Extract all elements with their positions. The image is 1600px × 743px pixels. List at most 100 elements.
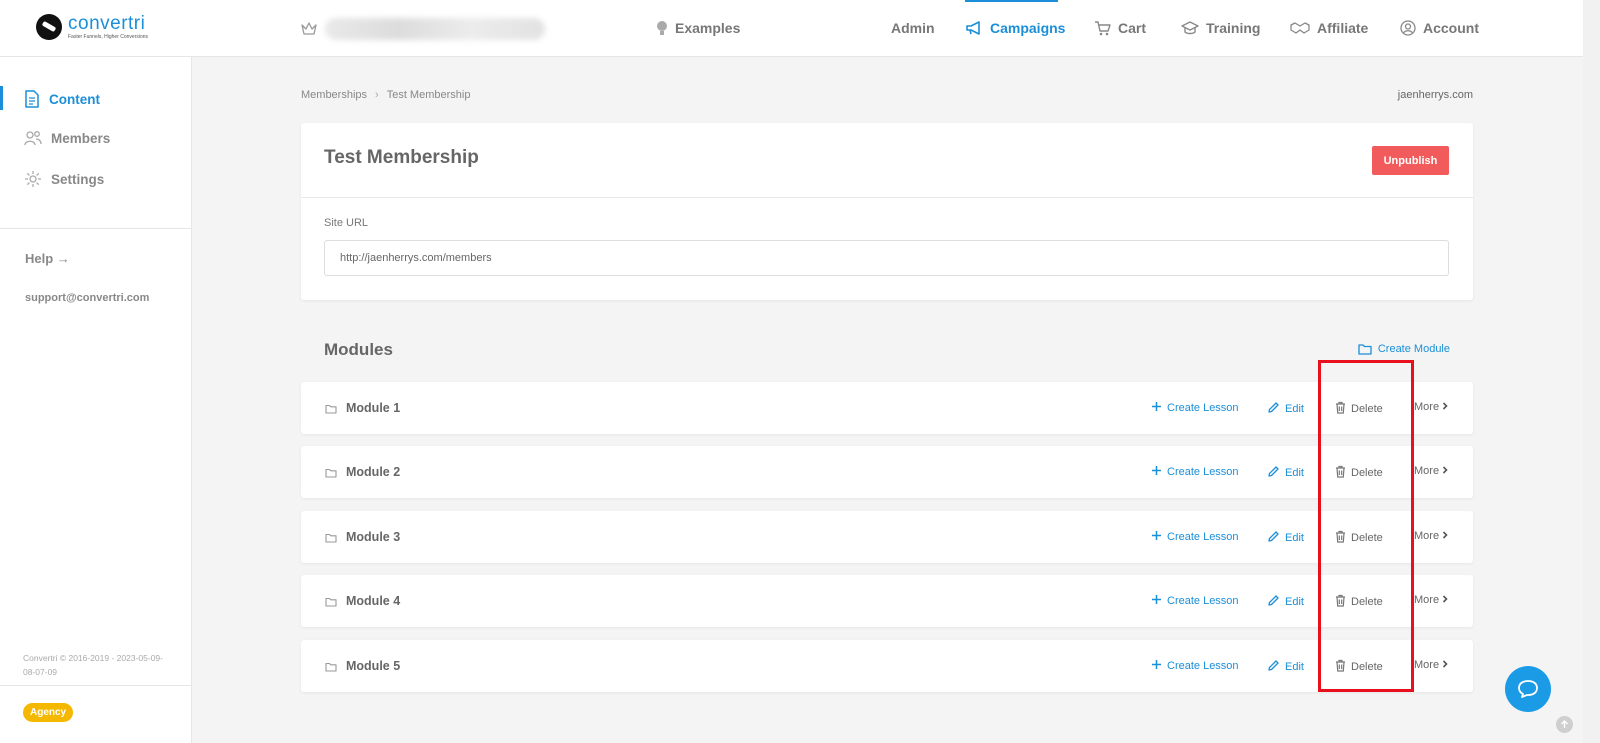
user-circle-icon xyxy=(1400,20,1416,36)
create-module-label: Create Module xyxy=(1377,343,1450,355)
site-url-input[interactable] xyxy=(324,240,1449,276)
edit-button[interactable]: Edit xyxy=(1267,594,1304,610)
nav-training-label: Training xyxy=(1206,20,1261,36)
create-lesson-label: Create Lesson xyxy=(1167,466,1239,478)
nav-account[interactable]: Account xyxy=(1400,20,1479,36)
sidebar: Content Members Settings Help → support@… xyxy=(0,57,192,743)
module-row[interactable]: Module 4 Create Lesson Edit Delete More xyxy=(301,575,1473,627)
edit-label: Edit xyxy=(1285,467,1304,479)
nav-training[interactable]: Training xyxy=(1181,20,1260,36)
create-lesson-button[interactable]: Create Lesson xyxy=(1151,401,1239,415)
gear-icon xyxy=(25,171,41,187)
create-lesson-button[interactable]: Create Lesson xyxy=(1151,530,1239,544)
create-lesson-button[interactable]: Create Lesson xyxy=(1151,594,1239,608)
more-button[interactable]: More xyxy=(1414,659,1453,671)
pencil-icon xyxy=(1267,530,1285,546)
module-row[interactable]: Module 2 Create Lesson Edit Delete More xyxy=(301,446,1473,498)
copyright-text: Convertri © 2016-2019 - 2023-05-09-08-07… xyxy=(23,653,163,677)
nav-examples-label: Examples xyxy=(675,20,741,36)
breadcrumb: Memberships › Test Membership xyxy=(301,89,470,101)
more-button[interactable]: More xyxy=(1414,465,1453,477)
page-scrollbar[interactable] xyxy=(1583,0,1600,743)
chevron-right-icon xyxy=(1442,530,1453,542)
edit-button[interactable]: Edit xyxy=(1267,465,1304,481)
more-button[interactable]: More xyxy=(1414,530,1453,542)
plus-icon xyxy=(1151,530,1167,544)
megaphone-icon xyxy=(966,21,980,35)
support-email-link[interactable]: support@convertri.com xyxy=(25,292,149,304)
more-label: More xyxy=(1414,659,1440,671)
graduation-cap-icon xyxy=(1181,21,1199,35)
scroll-to-top-button[interactable] xyxy=(1556,716,1573,733)
create-lesson-button[interactable]: Create Lesson xyxy=(1151,659,1239,673)
chat-bubble-icon xyxy=(1518,680,1538,698)
more-button[interactable]: More xyxy=(1414,401,1453,413)
sidebar-item-content[interactable]: Content xyxy=(24,90,100,108)
sidebar-item-settings[interactable]: Settings xyxy=(24,170,104,188)
nav-affiliate[interactable]: Affiliate xyxy=(1290,20,1368,36)
create-module-button[interactable]: Create Module xyxy=(1358,343,1450,355)
module-row[interactable]: Module 1 Create Lesson Edit Delete More xyxy=(301,382,1473,434)
module-row[interactable]: Module 5 Create Lesson Edit Delete More xyxy=(301,640,1473,692)
cart-icon xyxy=(1095,21,1111,36)
chat-support-button[interactable] xyxy=(1505,666,1551,712)
more-label: More xyxy=(1414,465,1440,477)
folder-icon xyxy=(1358,344,1372,355)
membership-title: Test Membership xyxy=(324,147,479,168)
plus-icon xyxy=(1151,401,1167,415)
unpublish-button[interactable]: Unpublish xyxy=(1372,146,1449,175)
module-name[interactable]: Module 1 xyxy=(346,401,400,415)
breadcrumb-memberships[interactable]: Memberships xyxy=(301,89,367,101)
breadcrumb-current: Test Membership xyxy=(386,89,471,101)
blurred-account-name xyxy=(325,18,545,40)
nav-affiliate-label: Affiliate xyxy=(1317,20,1369,36)
more-button[interactable]: More xyxy=(1414,594,1453,606)
module-name[interactable]: Module 5 xyxy=(346,659,400,673)
top-navbar: convertri Faster Funnels, Higher Convers… xyxy=(0,0,1583,57)
edit-button[interactable]: Edit xyxy=(1267,401,1304,417)
logo-mark-icon xyxy=(36,14,62,40)
site-url-label: Site URL xyxy=(324,217,369,229)
agency-badge: Agency xyxy=(23,703,74,722)
delete-column-highlight xyxy=(1318,360,1414,692)
logo-tagline: Faster Funnels, Higher Conversions xyxy=(68,34,149,40)
sidebar-item-members[interactable]: Members xyxy=(24,130,110,146)
nav-examples[interactable]: Examples xyxy=(656,20,740,36)
sidebar-item-members-label: Members xyxy=(51,130,111,146)
edit-button[interactable]: Edit xyxy=(1267,659,1304,675)
chevron-right-icon xyxy=(1442,401,1453,413)
folder-icon xyxy=(325,659,337,677)
module-name[interactable]: Module 3 xyxy=(346,530,400,544)
members-icon xyxy=(24,131,42,146)
module-name[interactable]: Module 4 xyxy=(346,594,400,608)
edit-label: Edit xyxy=(1285,596,1304,608)
folder-icon xyxy=(325,401,337,419)
module-row[interactable]: Module 3 Create Lesson Edit Delete More xyxy=(301,511,1473,563)
convertri-logo[interactable]: convertri Faster Funnels, Higher Convers… xyxy=(36,14,148,40)
create-lesson-label: Create Lesson xyxy=(1167,595,1239,607)
nav-campaigns[interactable]: Campaigns xyxy=(965,20,1065,36)
more-label: More xyxy=(1414,401,1440,413)
more-label: More xyxy=(1414,530,1440,542)
sidebar-item-settings-label: Settings xyxy=(51,171,105,187)
module-name[interactable]: Module 2 xyxy=(346,465,400,479)
edit-label: Edit xyxy=(1285,403,1304,415)
sidebar-footer-divider xyxy=(0,685,192,686)
edit-label: Edit xyxy=(1285,532,1304,544)
edit-button[interactable]: Edit xyxy=(1267,530,1304,546)
chevron-right-icon xyxy=(1442,659,1453,671)
nav-cart[interactable]: Cart xyxy=(1094,20,1146,36)
nav-admin[interactable]: Admin xyxy=(891,20,935,36)
document-icon xyxy=(25,90,39,108)
help-link[interactable]: Help → xyxy=(25,251,70,266)
more-label: More xyxy=(1414,594,1440,606)
nav-active-indicator xyxy=(965,0,1058,2)
sidebar-divider xyxy=(0,228,192,229)
logo-wordmark: convertri xyxy=(68,13,146,34)
pencil-icon xyxy=(1267,594,1285,610)
folder-icon xyxy=(325,594,337,612)
domain-label[interactable]: jaenherrys.com xyxy=(1398,89,1473,101)
create-lesson-label: Create Lesson xyxy=(1167,402,1239,414)
create-lesson-button[interactable]: Create Lesson xyxy=(1151,465,1239,479)
membership-card: Test Membership Unpublish Site URL xyxy=(301,123,1473,300)
